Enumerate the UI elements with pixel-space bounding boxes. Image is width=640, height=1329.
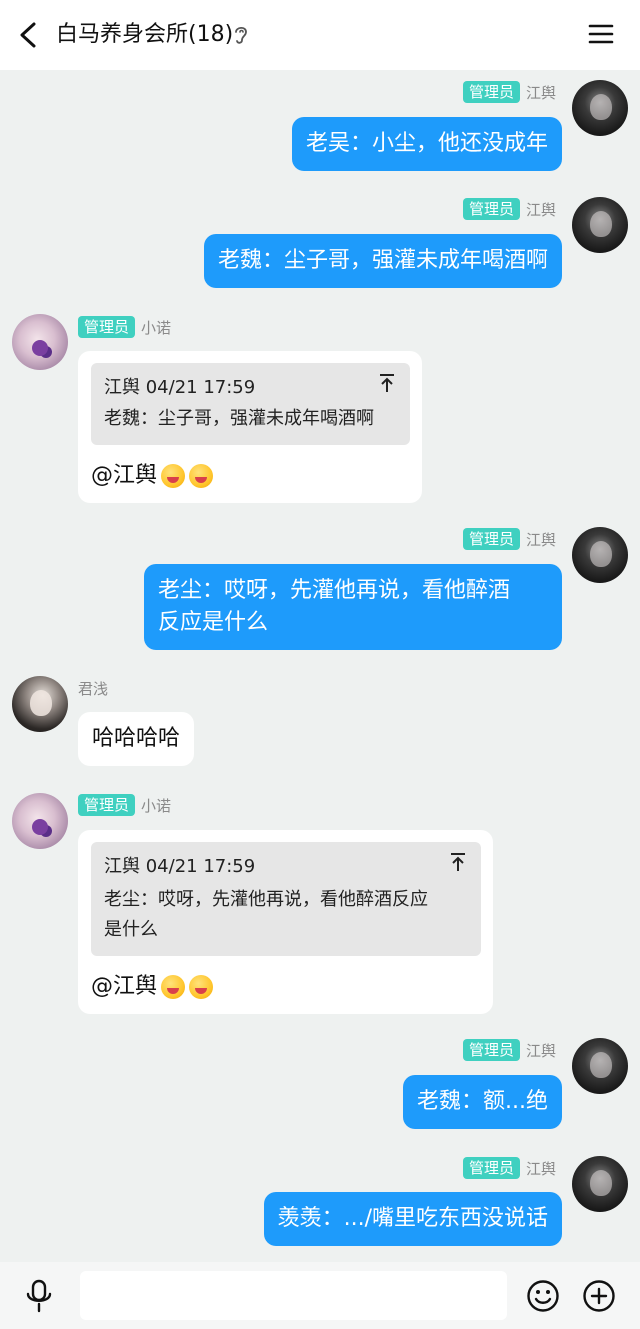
sender-name[interactable]: 小诺	[141, 795, 171, 816]
chat-header: 白马养身会所(18)	[0, 0, 640, 70]
admin-badge: 管理员	[462, 81, 520, 103]
admin-badge: 管理员	[462, 528, 520, 550]
mention-text[interactable]: @江舆	[91, 971, 157, 1003]
message-text: 哈哈哈哈	[92, 726, 181, 751]
message-bubble[interactable]: 老吴：小尘，他还没成年	[291, 117, 562, 171]
sender-name[interactable]: 江舆	[526, 1158, 556, 1179]
sender-meta: 管理员 江舆	[462, 80, 556, 104]
admin-badge: 管理员	[462, 1157, 520, 1179]
sender-meta: 管理员 江舆	[462, 527, 556, 551]
reply-message-bubble[interactable]: 江舆 04/21 17:59 老尘：哎呀，先灌他再说，看他醉酒反应 是什么 @江…	[78, 830, 493, 1014]
admin-badge: 管理员	[462, 198, 520, 220]
message-bubble[interactable]: 哈哈哈哈	[78, 712, 195, 766]
back-arrow-icon[interactable]	[14, 20, 42, 50]
sender-meta: 管理员 江舆	[462, 1156, 556, 1180]
message-text: 老魏：额...绝	[417, 1089, 548, 1114]
scroll-to-quoted-icon[interactable]	[378, 373, 396, 393]
sender-meta: 管理员 江舆	[462, 197, 556, 221]
sender-meta: 管理员 江舆	[462, 1038, 556, 1062]
scroll-to-quoted-icon[interactable]	[449, 852, 467, 872]
avatar[interactable]	[572, 197, 628, 253]
avatar[interactable]	[12, 676, 68, 732]
avatar[interactable]	[572, 1038, 628, 1094]
sender-name[interactable]: 江舆	[526, 529, 556, 550]
sender-name[interactable]: 君浅	[78, 678, 108, 699]
sender-name[interactable]: 江舆	[526, 1040, 556, 1061]
smiley-icon[interactable]	[526, 1279, 560, 1313]
quote-text: 老魏：尘子哥，强灌未成年喝酒啊	[104, 408, 374, 429]
mention-text[interactable]: @江舆	[91, 460, 157, 492]
sender-meta: 君浅	[78, 676, 108, 700]
quote-header: 江舆 04/21 17:59	[104, 377, 256, 398]
admin-badge: 管理员	[78, 794, 136, 816]
quote-text: 是什么	[104, 919, 158, 940]
avatar[interactable]	[572, 1156, 628, 1212]
input-bar	[0, 1262, 640, 1329]
emoji-icon	[161, 464, 186, 488]
avatar[interactable]	[12, 793, 68, 849]
microphone-icon[interactable]	[24, 1279, 54, 1313]
avatar[interactable]	[572, 80, 628, 136]
reply-message-bubble[interactable]: 江舆 04/21 17:59 老魏：尘子哥，强灌未成年喝酒啊 @江舆	[78, 351, 422, 503]
sender-meta: 管理员 小诺	[78, 315, 171, 339]
plus-icon[interactable]	[582, 1279, 616, 1313]
admin-badge: 管理员	[78, 316, 136, 338]
message-input[interactable]	[80, 1271, 507, 1320]
emoji-icon	[189, 464, 214, 488]
sender-name[interactable]: 小诺	[141, 317, 171, 338]
message-bubble[interactable]: 老魏：额...绝	[403, 1075, 562, 1129]
message-bubble[interactable]: 羡羡：.../嘴里吃东西没说话	[263, 1192, 562, 1246]
message-bubble[interactable]: 老魏：尘子哥，强灌未成年喝酒啊	[203, 234, 562, 288]
avatar[interactable]	[12, 314, 68, 370]
message-text-line: 老尘：哎呀，先灌他再说，看他醉酒	[158, 578, 511, 603]
avatar[interactable]	[572, 527, 628, 583]
mention-line: @江舆	[91, 460, 214, 492]
ear-icon	[235, 26, 247, 44]
emoji-icon	[189, 975, 214, 999]
emoji-icon	[161, 975, 186, 999]
quote-text: 老尘：哎呀，先灌他再说，看他醉酒反应	[104, 889, 428, 910]
quote-header: 江舆 04/21 17:59	[104, 856, 256, 877]
message-text: 老魏：尘子哥，强灌未成年喝酒啊	[217, 248, 548, 273]
quoted-message[interactable]: 江舆 04/21 17:59 老尘：哎呀，先灌他再说，看他醉酒反应 是什么	[91, 842, 481, 956]
quoted-message[interactable]: 江舆 04/21 17:59 老魏：尘子哥，强灌未成年喝酒啊	[91, 363, 410, 445]
sender-name[interactable]: 江舆	[526, 199, 556, 220]
mention-line: @江舆	[91, 971, 214, 1003]
message-bubble[interactable]: 老尘：哎呀，先灌他再说，看他醉酒 反应是什么	[144, 564, 562, 650]
hamburger-menu-icon[interactable]	[588, 22, 614, 46]
sender-meta: 管理员 小诺	[78, 793, 171, 817]
sender-name[interactable]: 江舆	[526, 82, 556, 103]
message-list[interactable]: 管理员 江舆 老吴：小尘，他还没成年 管理员 江舆 老魏：尘子哥，强灌未成年喝酒…	[0, 70, 640, 1262]
message-text-line: 反应是什么	[158, 610, 269, 635]
message-text: 羡羡：.../嘴里吃东西没说话	[277, 1206, 548, 1231]
message-text: 老吴：小尘，他还没成年	[305, 131, 548, 156]
admin-badge: 管理员	[462, 1039, 520, 1061]
group-title[interactable]: 白马养身会所(18)	[56, 18, 233, 52]
